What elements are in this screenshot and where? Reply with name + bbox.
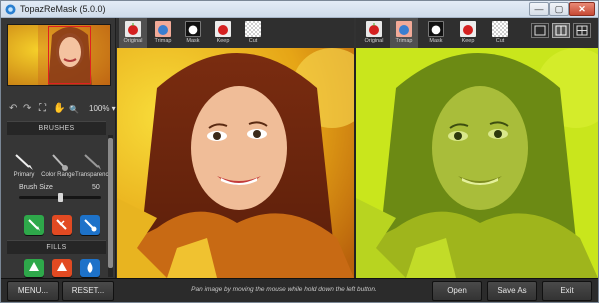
transparency-brush-label: Transparency bbox=[75, 172, 112, 178]
primary-brush-button[interactable]: Primary bbox=[7, 153, 41, 179]
redo-icon[interactable]: ↷ bbox=[23, 103, 31, 115]
right-mode-trimap-label: Trimap bbox=[395, 38, 413, 44]
right-mode-mask[interactable]: Mask bbox=[422, 18, 450, 48]
right-mode-cut[interactable]: Cut bbox=[486, 18, 514, 48]
left-mode-trimap-label: Trimap bbox=[154, 38, 172, 44]
compute-brush-icon bbox=[84, 219, 97, 232]
left-mode-keep-label: Keep bbox=[216, 38, 230, 44]
right-mode-trimap[interactable]: Trimap bbox=[390, 18, 418, 48]
right-mode-original[interactable]: Original bbox=[360, 18, 388, 48]
apple-icon bbox=[125, 21, 141, 37]
compute-brush-button[interactable] bbox=[80, 215, 100, 235]
left-view-toolbar: Original Trimap Mask Keep Cut bbox=[117, 18, 354, 48]
color-range-brush-label: Color Range bbox=[41, 172, 75, 178]
navigator-viewport-frame[interactable] bbox=[48, 26, 91, 84]
keep-brush-icon bbox=[28, 219, 40, 231]
original-photo bbox=[117, 48, 354, 278]
left-mode-trimap[interactable]: Trimap bbox=[149, 18, 177, 48]
sidebar-scrollbar[interactable] bbox=[108, 135, 113, 277]
keep-fill-icon bbox=[29, 262, 39, 271]
cut-brush-icon bbox=[56, 219, 67, 230]
sidebar: ↶ ↷ ⛶ ✋ 🔍 100% ▾ BRUSHES Primary Color R… bbox=[1, 18, 116, 278]
right-mode-keep-label: Keep bbox=[461, 38, 475, 44]
compute-fill-button[interactable] bbox=[80, 259, 100, 277]
color-range-brush-button[interactable]: Color Range bbox=[41, 153, 75, 179]
apple-trimap-icon bbox=[155, 21, 171, 37]
save-as-button[interactable]: Save As bbox=[487, 281, 537, 301]
left-mode-mask-label: Mask bbox=[186, 38, 200, 44]
undo-icon[interactable]: ↶ bbox=[9, 103, 17, 115]
fit-screen-icon[interactable]: ⛶ bbox=[39, 103, 46, 115]
apple-mask-icon bbox=[428, 21, 444, 37]
single-view-button[interactable] bbox=[531, 23, 549, 38]
reset-button[interactable]: RESET... bbox=[62, 281, 114, 301]
split-view-button[interactable] bbox=[552, 23, 570, 38]
brushes-header: BRUSHES bbox=[7, 121, 106, 135]
zoom-dropdown[interactable]: 100% ▾ bbox=[89, 102, 116, 116]
left-mode-cut-label: Cut bbox=[248, 38, 258, 44]
fills-header: FILLS bbox=[7, 240, 106, 254]
cut-fill-button[interactable] bbox=[52, 259, 72, 277]
primary-brush-icon bbox=[15, 154, 33, 170]
split-view-icon bbox=[555, 25, 567, 36]
app-logo-icon bbox=[5, 4, 16, 15]
open-button[interactable]: Open bbox=[432, 281, 482, 301]
window-title: TopazReMask (5.0.0) bbox=[20, 4, 106, 14]
cut-brush-button[interactable] bbox=[52, 215, 72, 235]
brush-size-slider[interactable] bbox=[19, 193, 101, 202]
bottom-bar: MENU... RESET... Pan image by moving the… bbox=[1, 278, 598, 302]
apple-trimap-icon bbox=[396, 21, 412, 37]
right-mode-original-label: Original bbox=[364, 38, 384, 44]
title-bar: TopazReMask (5.0.0) — ▢ ✕ bbox=[1, 1, 598, 18]
quad-view-button[interactable] bbox=[573, 23, 591, 38]
left-mode-cut[interactable]: Cut bbox=[239, 18, 267, 48]
brush-size-slider-thumb[interactable] bbox=[58, 193, 63, 202]
left-mode-keep[interactable]: Keep bbox=[209, 18, 237, 48]
cut-fill-icon bbox=[57, 262, 67, 271]
right-mode-mask-label: Mask bbox=[429, 38, 443, 44]
app-window: TopazReMask (5.0.0) — ▢ ✕ ↶ ↷ ⛶ ✋ 🔍 100%… bbox=[0, 0, 599, 303]
exit-button[interactable]: Exit bbox=[542, 281, 592, 301]
brush-size-label: Brush Size bbox=[19, 184, 53, 191]
zoom-icon[interactable]: 🔍 bbox=[69, 104, 79, 116]
brush-size-value: 50 bbox=[92, 184, 100, 191]
trimap-image-panel[interactable] bbox=[356, 48, 598, 278]
minimize-button[interactable]: — bbox=[529, 2, 549, 16]
left-mode-mask[interactable]: Mask bbox=[179, 18, 207, 48]
original-image-panel[interactable] bbox=[117, 48, 354, 278]
maximize-button[interactable]: ▢ bbox=[549, 2, 569, 16]
single-view-icon bbox=[534, 25, 546, 36]
close-button[interactable]: ✕ bbox=[569, 2, 595, 16]
transparency-brush-button[interactable]: Transparency bbox=[75, 153, 112, 179]
status-hint: Pan image by moving the mouse while hold… bbox=[191, 286, 377, 293]
checkerboard-cut-icon bbox=[245, 21, 261, 37]
hand-tool-icon[interactable]: ✋ bbox=[53, 103, 65, 115]
trimap-photo bbox=[356, 48, 598, 278]
apple-keep-icon bbox=[460, 21, 476, 37]
quad-view-icon bbox=[576, 25, 588, 36]
left-mode-original[interactable]: Original bbox=[119, 18, 147, 48]
keep-brush-button[interactable] bbox=[24, 215, 44, 235]
color-range-brush-icon bbox=[52, 154, 68, 171]
left-mode-original-label: Original bbox=[123, 38, 143, 44]
apple-keep-icon bbox=[215, 21, 231, 37]
apple-icon bbox=[366, 21, 382, 37]
view-tools: ↶ ↷ ⛶ ✋ 🔍 100% ▾ bbox=[1, 100, 116, 118]
brush-tools: Primary Color Range Transparency bbox=[7, 153, 112, 181]
keep-fill-button[interactable] bbox=[24, 259, 44, 277]
right-mode-keep[interactable]: Keep bbox=[454, 18, 482, 48]
navigator-preview[interactable] bbox=[7, 24, 111, 86]
compute-fill-icon bbox=[87, 262, 93, 273]
menu-button[interactable]: MENU... bbox=[7, 281, 59, 301]
apple-mask-icon bbox=[185, 21, 201, 37]
right-mode-cut-label: Cut bbox=[495, 38, 505, 44]
transparency-brush-icon bbox=[84, 154, 101, 170]
checkerboard-cut-icon bbox=[492, 21, 508, 37]
sidebar-scrollbar-thumb[interactable] bbox=[108, 138, 113, 268]
primary-brush-label: Primary bbox=[13, 172, 35, 178]
